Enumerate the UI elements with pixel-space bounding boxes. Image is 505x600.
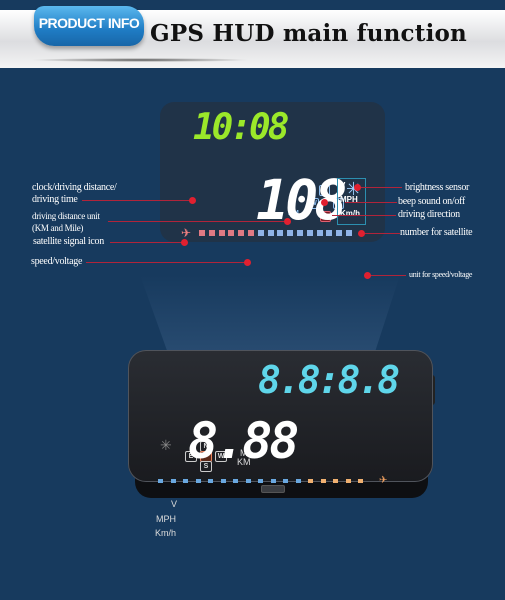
header-banner: PRODUCT INFO GPS HUD main function: [0, 0, 505, 72]
label-direction: driving direction: [398, 209, 460, 220]
label-speed: speed/voltage: [31, 256, 83, 267]
banner-shadow: [30, 58, 250, 62]
projected-clock-readout: 10:08: [193, 107, 289, 148]
satellite-bar: [218, 230, 225, 236]
device-satellite-bar: [158, 479, 163, 483]
label-clock: clock/driving distance/ driving time: [32, 182, 117, 205]
device-unit-mph: MPH: [156, 514, 176, 524]
label-satellite-number: number for satellite: [400, 227, 473, 238]
label-brightness: brightness sensor: [405, 182, 470, 193]
device-satellite-bar: [233, 479, 238, 483]
label-beep: beep sound on/off: [398, 196, 465, 207]
label-distance-unit: driving distance unit (KM and Mile): [32, 211, 100, 233]
device-speed-readout: 8.88: [188, 412, 299, 470]
device-brightness-sensor-icon: ✳: [160, 439, 172, 454]
usb-port: [261, 485, 285, 493]
product-info-ribbon: PRODUCT INFO: [34, 6, 144, 46]
leader-line-satellite-number: [364, 233, 400, 234]
device-unit-kmh: Km/h: [155, 528, 177, 538]
satellite-bar: [267, 230, 274, 236]
product-info-label: PRODUCT INFO: [38, 15, 140, 31]
satellite-bar: [248, 230, 254, 236]
device-clock-readout: 8.8:8.8: [258, 358, 400, 402]
device-satellite-bar: [245, 479, 251, 483]
leader-line-distance-unit: [108, 221, 288, 222]
device-satellite-bar: [270, 479, 276, 483]
satellite-bar: [277, 230, 284, 236]
leader-line-direction: [332, 215, 396, 216]
device-satellite-bar: [358, 479, 363, 483]
leader-dot-distance-unit: [284, 218, 291, 225]
device-satellite-bar: [345, 479, 351, 483]
leader-dot-speed-unit: [364, 272, 371, 279]
projected-speed-readout: 108: [256, 168, 347, 232]
page-title: GPS HUD main function: [150, 20, 467, 47]
leader-dot-clock: [189, 197, 196, 204]
satellite-bar: [297, 230, 303, 236]
device-satellite-bar: [183, 479, 188, 483]
leader-dot-satellite-number: [358, 230, 365, 237]
satellite-bar: [326, 230, 333, 236]
device-satellite-icon: ✈: [379, 475, 388, 486]
satellite-bar: [238, 230, 245, 236]
satellite-bar: [346, 230, 352, 236]
device-unit-v: V: [171, 499, 178, 509]
device-satellite-bar: [170, 479, 176, 483]
device-satellite-bar: [308, 479, 313, 483]
device-satellite-bar: [220, 479, 226, 483]
satellite-bar: [199, 230, 205, 236]
satellite-bar: [257, 230, 264, 236]
label-speed-unit: unit for speed/voltage: [409, 270, 473, 279]
device-satellite-bar: [195, 479, 201, 483]
device-satellite-bar: [258, 479, 263, 483]
satellite-bar: [228, 230, 235, 236]
satellite-bar: [306, 230, 313, 236]
leader-line-speed: [86, 262, 248, 263]
device-satellite-bar: [295, 479, 301, 483]
leader-dot-brightness: [354, 184, 361, 191]
satellite-bar: [208, 230, 215, 236]
unit-kmh: Km/h: [340, 209, 360, 218]
leader-dot-beep: [321, 199, 328, 206]
device-satellite-bar: [283, 479, 288, 483]
device-satellite-bar: [320, 479, 326, 483]
leader-dot-satellite-icon: [181, 239, 188, 246]
satellite-bar: [316, 230, 323, 236]
leader-line-beep: [345, 202, 397, 203]
unit-mph: MPH: [340, 195, 358, 204]
leader-line-satellite-icon: [110, 242, 184, 243]
label-satellite-icon: satellite signal icon: [33, 236, 104, 247]
leader-line-speed-unit: [368, 275, 406, 276]
satellite-bar: [336, 230, 343, 236]
device-satellite-bar: [333, 479, 338, 483]
satellite-bar: [287, 230, 294, 236]
leader-line-brightness: [358, 187, 402, 188]
device-satellite-bar: [208, 479, 213, 483]
leader-dot-speed: [244, 259, 251, 266]
